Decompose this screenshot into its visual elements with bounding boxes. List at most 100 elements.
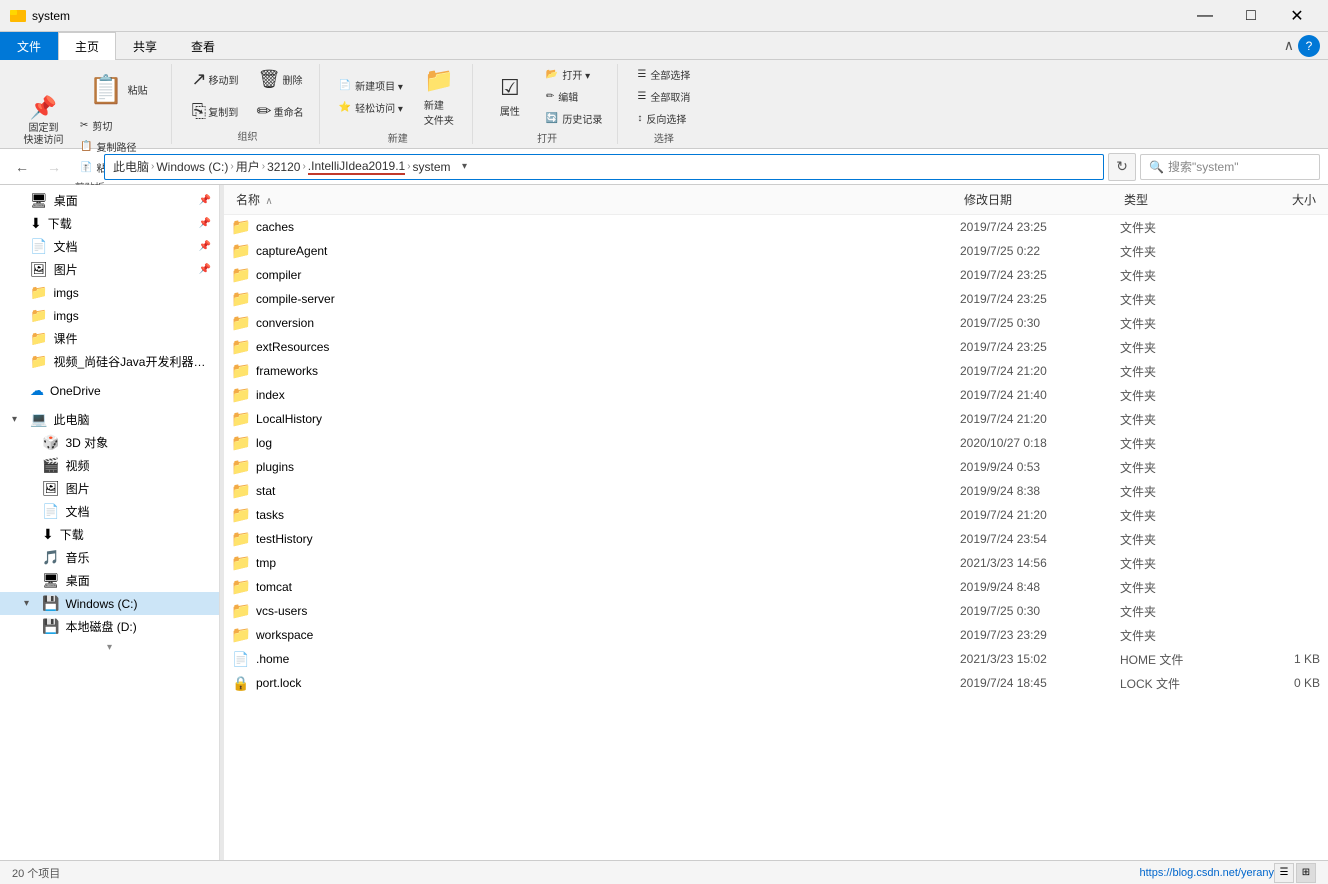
sidebar-item-pictures[interactable]: 🖼 图片 xyxy=(0,477,219,500)
sidebar-item-video-java[interactable]: 📁 视频_尚硅谷Java开发利器：Intelli. xyxy=(0,350,219,373)
sidebar-item-downloads-quick[interactable]: ⬇ 下载 📌 xyxy=(0,212,219,235)
address-dropdown-button[interactable]: ▾ xyxy=(455,161,475,172)
sidebar-item-onedrive[interactable]: ☁ OneDrive xyxy=(0,379,219,402)
status-bar: 20 个项目 https://blog.csdn.net/yerany ☰ ⊞ xyxy=(0,860,1328,884)
select-all-button[interactable]: ☰全部选择 xyxy=(630,64,697,84)
sidebar-item-downloads[interactable]: ⬇ 下载 xyxy=(0,523,219,546)
file-row[interactable]: 📁 conversion 2019/7/25 0:30 文件夹 xyxy=(224,311,1328,335)
paste-button[interactable]: 📋 粘贴 xyxy=(73,64,163,114)
sidebar-scroll-down[interactable]: ▾ xyxy=(0,638,219,657)
breadcrumb-computer[interactable]: 此电脑 xyxy=(113,158,149,175)
maximize-button[interactable]: □ xyxy=(1228,0,1274,32)
file-row[interactable]: 📁 caches 2019/7/24 23:25 文件夹 xyxy=(224,215,1328,239)
sidebar-item-desktop[interactable]: 🖥 桌面 xyxy=(0,569,219,592)
invert-selection-button[interactable]: ↕反向选择 xyxy=(630,108,697,128)
up-button[interactable]: ↑ xyxy=(72,153,100,181)
sidebar-item-docs-quick[interactable]: 📄 文档 📌 xyxy=(0,235,219,258)
main-area: 🖥 桌面 📌 ⬇ 下载 📌 📄 文档 📌 🖼 图片 📌 📁 imgs xyxy=(0,185,1328,860)
back-button[interactable]: ← xyxy=(8,153,36,181)
sidebar-item-this-pc[interactable]: ▾ 💻 此电脑 xyxy=(0,408,219,431)
file-row[interactable]: 🔒 port.lock 2019/7/24 18:45 LOCK 文件 0 KB xyxy=(224,671,1328,695)
invert-icon: ↕ xyxy=(637,113,642,124)
move-to-button[interactable]: ↗ 移动到 xyxy=(184,64,245,94)
sidebar-item-music[interactable]: 🎵 音乐 xyxy=(0,546,219,569)
file-row[interactable]: 📁 workspace 2019/7/23 23:29 文件夹 xyxy=(224,623,1328,647)
edit-icon: ✏ xyxy=(546,91,554,102)
file-row[interactable]: 📁 stat 2019/9/24 8:38 文件夹 xyxy=(224,479,1328,503)
file-row[interactable]: 📁 tasks 2019/7/24 21:20 文件夹 xyxy=(224,503,1328,527)
file-row[interactable]: 📁 frameworks 2019/7/24 21:20 文件夹 xyxy=(224,359,1328,383)
sidebar-item-imgs2[interactable]: 📁 imgs xyxy=(0,304,219,327)
edit-button[interactable]: ✏编辑 xyxy=(539,86,609,106)
select-label: 选择 xyxy=(654,130,674,147)
address-box[interactable]: 此电脑 › Windows (C:) › 用户 › 32120 › .Intel… xyxy=(104,154,1104,180)
file-type: 文件夹 xyxy=(1120,219,1240,236)
file-row[interactable]: 📁 compiler 2019/7/24 23:25 文件夹 xyxy=(224,263,1328,287)
sidebar-item-video[interactable]: 🎬 视频 xyxy=(0,454,219,477)
file-row[interactable]: 📁 index 2019/7/24 21:40 文件夹 xyxy=(224,383,1328,407)
file-row[interactable]: 📁 captureAgent 2019/7/25 0:22 文件夹 xyxy=(224,239,1328,263)
ribbon-group-organize: ↗ 移动到 ⎘ 复制到 🗑 删除 ✏ 重命名 xyxy=(176,64,319,144)
sidebar-item-local-d[interactable]: 💾 本地磁盘 (D:) xyxy=(0,615,219,638)
search-box[interactable]: 🔍 搜索"system" xyxy=(1140,154,1320,180)
collapse-ribbon-icon[interactable]: ∧ xyxy=(1284,37,1294,54)
file-row[interactable]: 📁 LocalHistory 2019/7/24 21:20 文件夹 xyxy=(224,407,1328,431)
file-row[interactable]: 📁 vcs-users 2019/7/25 0:30 文件夹 xyxy=(224,599,1328,623)
tab-file[interactable]: 文件 xyxy=(0,32,58,60)
file-date: 2019/7/24 23:25 xyxy=(960,220,1120,234)
copy-to-button[interactable]: ⎘ 复制到 xyxy=(185,96,245,126)
file-row[interactable]: 📁 testHistory 2019/7/24 23:54 文件夹 xyxy=(224,527,1328,551)
detail-view-button[interactable]: ⊞ xyxy=(1296,863,1316,883)
history-button[interactable]: 🔄历史记录 xyxy=(539,108,609,128)
open-button[interactable]: 📂打开 ▾ xyxy=(539,64,609,84)
item-count: 20 个项目 xyxy=(12,865,1139,881)
forward-button[interactable]: → xyxy=(40,153,68,181)
cut-button[interactable]: ✂剪切 xyxy=(73,115,163,135)
sidebar-item-coursework[interactable]: 📁 课件 xyxy=(0,327,219,350)
breadcrumb-users[interactable]: 用户 xyxy=(236,158,260,175)
rename-button[interactable]: ✏ 重命名 xyxy=(250,96,311,126)
search-icon: 🔍 xyxy=(1149,160,1164,174)
file-row[interactable]: 📄 .home 2021/3/23 15:02 HOME 文件 1 KB xyxy=(224,647,1328,671)
delete-button[interactable]: 🗑 删除 xyxy=(251,64,310,94)
breadcrumb-user[interactable]: 32120 xyxy=(267,160,300,174)
pin-to-quick-access-button[interactable]: 📌 固定到快速访问 xyxy=(16,89,71,153)
col-header-date[interactable]: 修改日期 xyxy=(960,189,1120,210)
list-view-button[interactable]: ☰ xyxy=(1274,863,1294,883)
window-title: system xyxy=(32,9,1182,23)
breadcrumb-system[interactable]: system xyxy=(413,160,451,174)
copy-to-icon: ⎘ xyxy=(192,101,206,122)
select-none-button[interactable]: ☰全部取消 xyxy=(630,86,697,106)
tab-home[interactable]: 主页 xyxy=(58,32,116,60)
sidebar-item-desktop-quick[interactable]: 🖥 桌面 📌 xyxy=(0,189,219,212)
tab-view[interactable]: 查看 xyxy=(174,32,232,60)
sidebar-item-imgs1[interactable]: 📁 imgs xyxy=(0,281,219,304)
new-folder-button[interactable]: 📁 新建文件夹 xyxy=(414,64,464,128)
file-row[interactable]: 📁 tomcat 2019/9/24 8:48 文件夹 xyxy=(224,575,1328,599)
tab-share[interactable]: 共享 xyxy=(116,32,174,60)
properties-button[interactable]: ☑ 属性 xyxy=(485,64,535,128)
sidebar-item-documents[interactable]: 📄 文档 xyxy=(0,500,219,523)
minimize-button[interactable]: — xyxy=(1182,0,1228,32)
refresh-button[interactable]: ↻ xyxy=(1108,153,1136,181)
col-header-size[interactable]: 大小 xyxy=(1240,189,1320,210)
breadcrumb-intellij[interactable]: .IntelliJIdea2019.1 xyxy=(308,159,405,175)
sidebar-item-3d[interactable]: 🎲 3D 对象 xyxy=(0,431,219,454)
close-button[interactable]: ✕ xyxy=(1274,0,1320,32)
col-header-type[interactable]: 类型 xyxy=(1120,189,1240,210)
file-row[interactable]: 📁 tmp 2021/3/23 14:56 文件夹 xyxy=(224,551,1328,575)
sidebar-item-windows-c[interactable]: ▾ 💾 Windows (C:) xyxy=(0,592,219,615)
help-icon[interactable]: ? xyxy=(1298,35,1320,57)
col-header-name[interactable]: 名称 ∧ xyxy=(232,189,960,210)
status-url: https://blog.csdn.net/yerany xyxy=(1139,867,1274,879)
file-row[interactable]: 📁 log 2020/10/27 0:18 文件夹 xyxy=(224,431,1328,455)
new-item-button[interactable]: 📄新建项目 ▾ xyxy=(332,75,410,95)
file-row[interactable]: 📁 plugins 2019/9/24 0:53 文件夹 xyxy=(224,455,1328,479)
file-row[interactable]: 📁 compile-server 2019/7/24 23:25 文件夹 xyxy=(224,287,1328,311)
easy-access-button[interactable]: ⭐轻松访问 ▾ xyxy=(332,97,410,117)
sidebar-item-pics-quick[interactable]: 🖼 图片 📌 xyxy=(0,258,219,281)
breadcrumb: 此电脑 › Windows (C:) › 用户 › 32120 › .Intel… xyxy=(113,158,451,175)
view-buttons: ☰ ⊞ xyxy=(1274,863,1316,883)
file-row[interactable]: 📁 extResources 2019/7/24 23:25 文件夹 xyxy=(224,335,1328,359)
breadcrumb-drive[interactable]: Windows (C:) xyxy=(156,160,228,174)
